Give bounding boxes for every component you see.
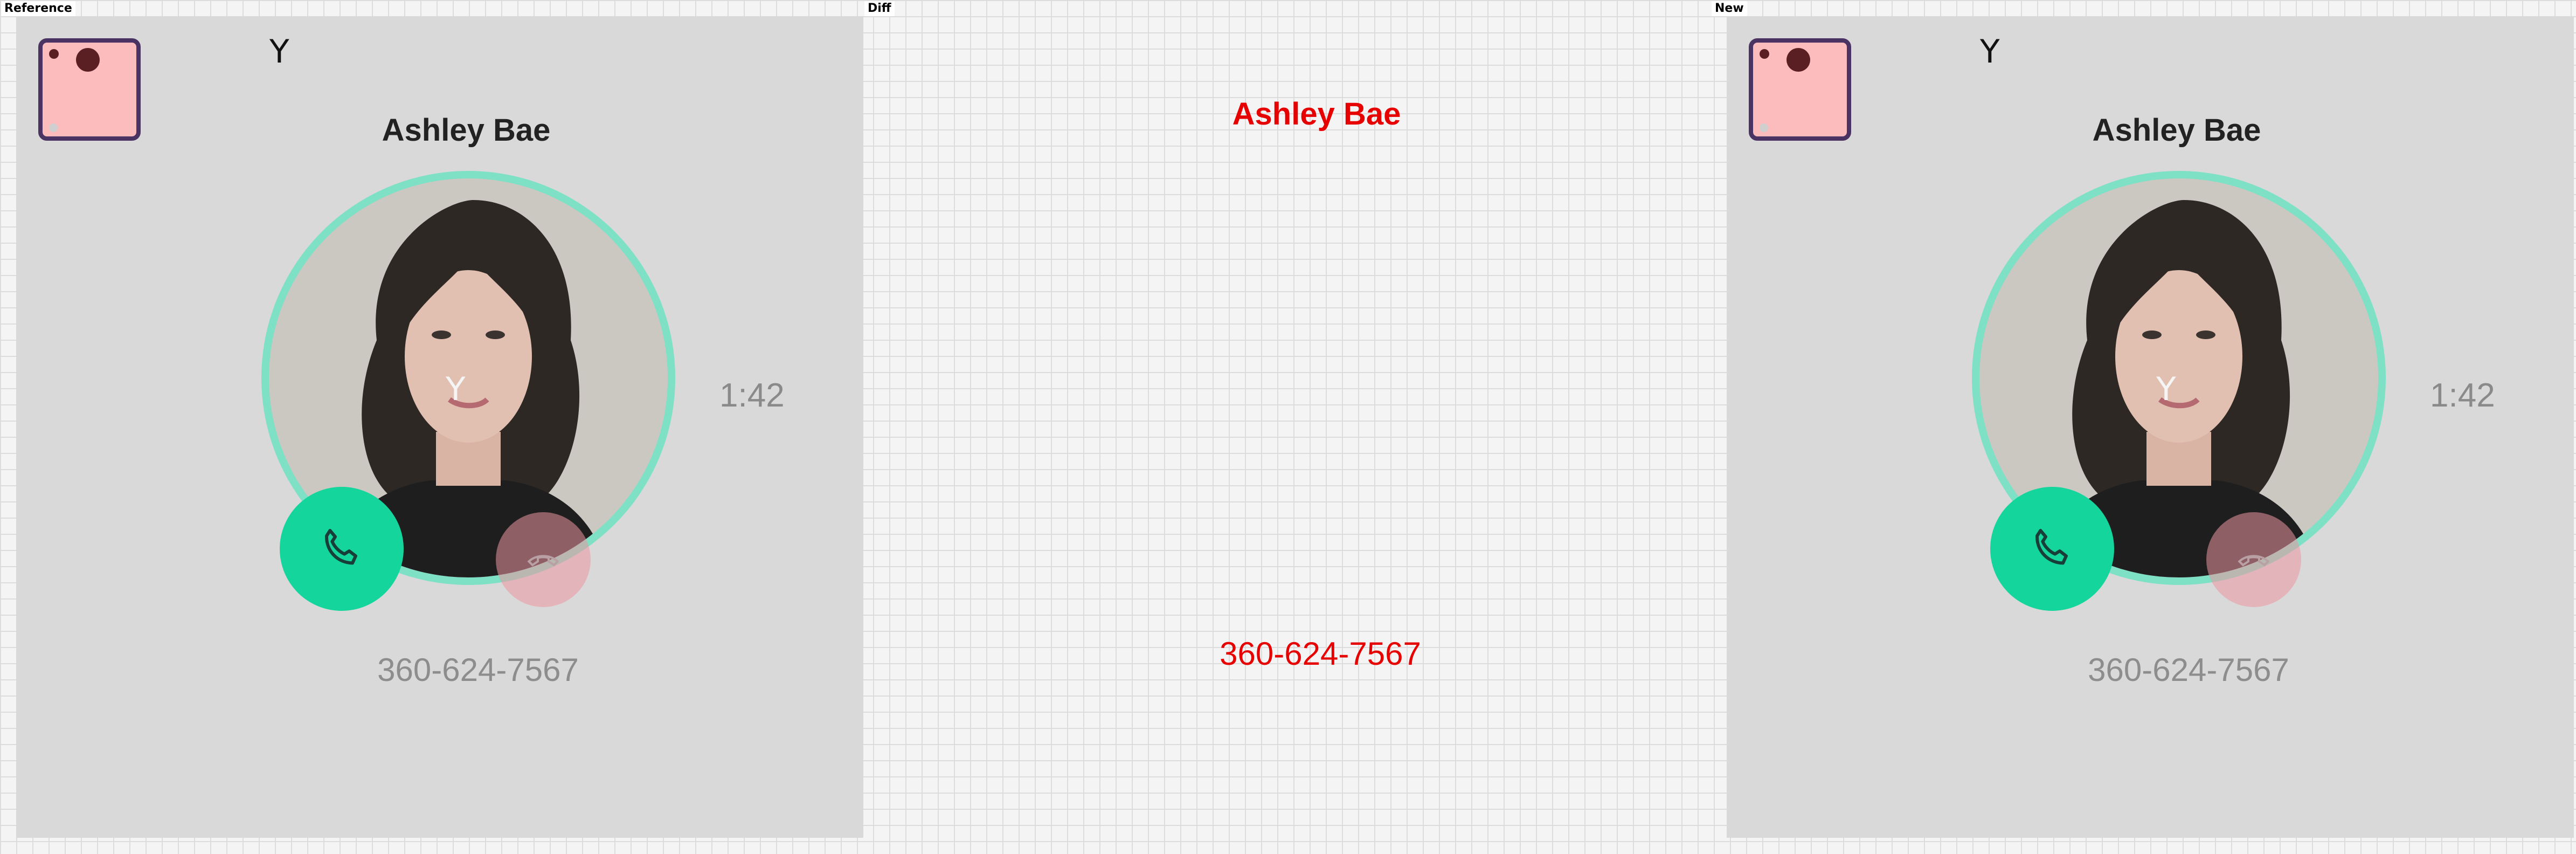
accept-button[interactable]	[1990, 487, 2114, 611]
panel-label-reference: Reference	[1, 1, 75, 16]
reference-panel: Y Ashley Bae Y 1:42 360-624-7567 Referen…	[0, 0, 863, 854]
accept-button[interactable]	[280, 487, 404, 611]
face-marker: Y	[446, 370, 466, 408]
reference-screen: Y Ashley Bae Y 1:42 360-624-7567	[16, 16, 863, 838]
phone-number: 360-624-7567	[2088, 652, 2289, 688]
call-timer: 1:42	[719, 377, 785, 414]
app-icon-dot	[1760, 49, 1769, 59]
phone-number: 360-624-7567	[377, 652, 579, 688]
panel-label-new: New	[1712, 1, 1747, 16]
decline-button[interactable]	[2206, 512, 2301, 607]
panel-label-diff: Diff	[864, 1, 895, 16]
top-marker: Y	[269, 33, 289, 71]
diff-contact-name: Ashley Bae	[1232, 97, 1401, 132]
new-screen: Y Ashley Bae Y 1:42 360-624-7567	[1727, 16, 2574, 838]
decline-button[interactable]	[496, 512, 591, 607]
phone-icon	[324, 529, 357, 565]
app-icon-dot	[49, 49, 59, 59]
face-marker: Y	[2156, 370, 2176, 408]
phone-icon	[2035, 529, 2068, 565]
hangup-icon	[527, 555, 559, 567]
top-marker: Y	[1980, 33, 2000, 71]
contact-name: Ashley Bae	[2092, 113, 2261, 148]
diff-phone-number: 360-624-7567	[1220, 636, 1421, 672]
contact-name: Ashley Bae	[382, 113, 551, 148]
app-icon-dot	[1786, 48, 1810, 72]
call-timer: 1:42	[2430, 377, 2495, 414]
app-icon-dot	[76, 48, 100, 72]
hangup-icon	[2238, 555, 2270, 567]
diff-panel: Ashley Bae 360-624-7567 Diff	[863, 0, 1711, 854]
new-panel: Y Ashley Bae Y 1:42 360-624-7567 New	[1711, 0, 2576, 854]
